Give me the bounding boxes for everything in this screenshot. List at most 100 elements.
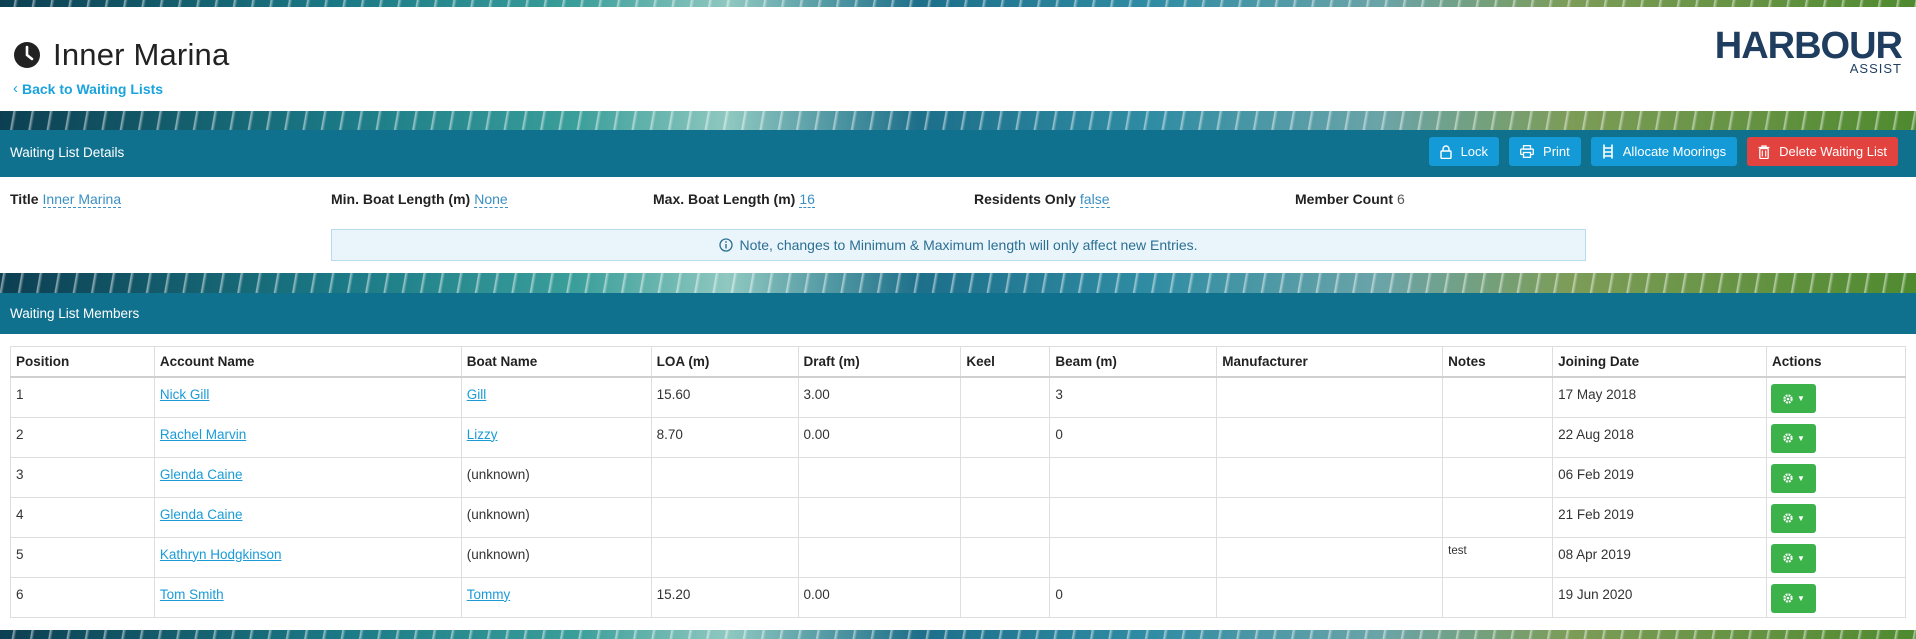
draft-cell — [797, 456, 962, 498]
account-name-cell-link[interactable]: Rachel Marvin — [160, 427, 246, 442]
account-name-cell-link[interactable]: Nick Gill — [160, 387, 210, 402]
loa-cell — [650, 496, 799, 538]
waiting-list-details-bar: Waiting List Details Lock Print Allocate… — [0, 130, 1916, 177]
beam-cell — [1049, 536, 1218, 578]
boat-name-cell: Tommy — [460, 576, 652, 618]
keel-cell — [960, 456, 1051, 498]
table-row: 6 Tom Smith Tommy 15.20 0.00 0 19 Jun 2020 ▼ — [10, 576, 1907, 618]
actions-cell: ▼ — [1765, 576, 1907, 618]
caret-down-icon: ▼ — [1796, 553, 1805, 563]
joining-date-cell: 19 Jun 2020 — [1552, 576, 1767, 618]
boat-name-cell-link[interactable]: Gill — [467, 387, 487, 402]
lock-button[interactable]: Lock — [1428, 137, 1500, 166]
keel-cell — [960, 536, 1051, 578]
clock-icon — [12, 40, 42, 70]
table-row: 4 Glenda Caine (unknown) 21 Feb 2019 ▼ — [10, 496, 1907, 538]
column-header: Draft (m) — [797, 346, 962, 378]
account-name-cell: Kathryn Hodgkinson — [153, 536, 462, 578]
account-name-cell: Glenda Caine — [153, 496, 462, 538]
delete-waiting-list-button[interactable]: Delete Waiting List — [1747, 137, 1898, 166]
trash-icon — [1758, 144, 1770, 159]
row-actions-dropdown-button[interactable]: ▼ — [1770, 384, 1816, 413]
account-name-cell-link[interactable]: Tom Smith — [160, 587, 224, 602]
caret-down-icon: ▼ — [1796, 593, 1805, 603]
page-title: Inner Marina — [53, 37, 230, 72]
position-cell: 4 — [10, 496, 155, 538]
boat-name-cell-link[interactable]: Tommy — [467, 587, 511, 602]
min-boat-length-value[interactable]: None — [474, 191, 508, 208]
caret-down-icon: ▼ — [1796, 513, 1805, 523]
max-boat-length-value[interactable]: 16 — [799, 191, 815, 208]
length-change-note: Note, changes to Minimum & Maximum lengt… — [331, 229, 1586, 261]
note-text: Note, changes to Minimum & Maximum lengt… — [739, 237, 1198, 253]
joining-date-cell: 21 Feb 2019 — [1552, 496, 1767, 538]
table-row: 3 Glenda Caine (unknown) 06 Feb 2019 ▼ — [10, 456, 1907, 498]
member-count-field: Member Count 6 — [1295, 191, 1405, 207]
members-table: Position Account Name Boat Name LOA (m) Draf… — [10, 346, 1907, 618]
title-field-value[interactable]: Inner Marina — [42, 191, 122, 208]
column-header: LOA (m) — [650, 346, 799, 378]
residents-only-field: Residents Only false — [974, 191, 1110, 208]
printer-icon — [1520, 145, 1534, 158]
joining-date-cell: 06 Feb 2019 — [1552, 456, 1767, 498]
draft-cell — [797, 536, 962, 578]
account-name-cell-link[interactable]: Glenda Caine — [160, 467, 243, 482]
row-actions-dropdown-button[interactable]: ▼ — [1770, 543, 1816, 573]
beam-cell — [1049, 496, 1218, 538]
info-icon — [719, 238, 734, 252]
column-header: Notes — [1442, 346, 1554, 378]
account-name-cell-link[interactable]: Glenda Caine — [160, 507, 243, 522]
boat-name-cell: (unknown) — [460, 496, 652, 538]
caret-down-icon: ▼ — [1796, 433, 1805, 443]
waiting-list-members-bar: Waiting List Members — [0, 293, 1916, 334]
column-header: Keel — [960, 346, 1051, 378]
members-panel-title: Waiting List Members — [10, 306, 140, 321]
member-count-value: 6 — [1397, 191, 1405, 207]
residents-only-label: Residents Only — [974, 191, 1076, 207]
account-name-cell: Tom Smith — [153, 576, 462, 618]
manufacturer-cell — [1216, 576, 1444, 618]
loa-cell: 8.70 — [650, 416, 799, 458]
gear-icon — [1783, 433, 1793, 443]
print-button[interactable]: Print — [1509, 137, 1581, 166]
manufacturer-cell — [1216, 416, 1444, 458]
beam-cell — [1049, 456, 1218, 498]
row-actions-dropdown-button[interactable]: ▼ — [1770, 463, 1816, 493]
column-header: Actions — [1765, 346, 1907, 378]
beam-cell: 0 — [1049, 576, 1218, 618]
chevron-left-icon: ‹ — [13, 80, 18, 97]
boat-name-cell-link[interactable]: Lizzy — [467, 427, 498, 442]
position-cell: 5 — [10, 536, 155, 578]
max-boat-length-field: Max. Boat Length (m) 16 — [653, 191, 815, 208]
account-name-cell-link[interactable]: Kathryn Hodgkinson — [160, 547, 282, 562]
loa-cell: 15.20 — [650, 576, 799, 618]
member-count-label: Member Count — [1295, 191, 1393, 207]
gear-icon — [1783, 553, 1793, 563]
notes-cell — [1442, 376, 1554, 418]
allocate-moorings-label: Allocate Moorings — [1622, 144, 1727, 159]
joining-date-cell: 22 Aug 2018 — [1552, 416, 1767, 458]
residents-only-value[interactable]: false — [1079, 191, 1110, 208]
boat-name-cell: Lizzy — [460, 416, 652, 458]
lock-icon — [1439, 144, 1452, 159]
row-actions-dropdown-button[interactable]: ▼ — [1770, 503, 1816, 533]
back-link-label: Back to Waiting Lists — [22, 80, 164, 97]
title-row: Inner Marina — [12, 37, 229, 73]
back-to-waiting-lists-link[interactable]: ‹ Back to Waiting Lists — [13, 80, 163, 97]
position-cell: 1 — [10, 376, 155, 418]
logo-wordmark: HARBOUR — [1714, 25, 1903, 67]
keel-cell — [960, 496, 1051, 538]
draft-cell — [797, 496, 962, 538]
boat-name-cell: Gill — [460, 376, 652, 418]
min-boat-length-label: Min. Boat Length (m) — [331, 191, 471, 207]
column-header: Boat Name — [460, 346, 652, 378]
title-field-label: Title — [10, 191, 39, 207]
notes-cell — [1442, 496, 1554, 538]
row-actions-dropdown-button[interactable]: ▼ — [1770, 583, 1816, 613]
draft-cell: 0.00 — [797, 416, 962, 458]
loa-cell: 15.60 — [650, 376, 799, 418]
allocate-moorings-button[interactable]: Allocate Moorings — [1590, 137, 1738, 166]
row-actions-dropdown-button[interactable]: ▼ — [1770, 423, 1816, 453]
actions-cell: ▼ — [1765, 496, 1907, 538]
gear-icon — [1783, 593, 1793, 603]
